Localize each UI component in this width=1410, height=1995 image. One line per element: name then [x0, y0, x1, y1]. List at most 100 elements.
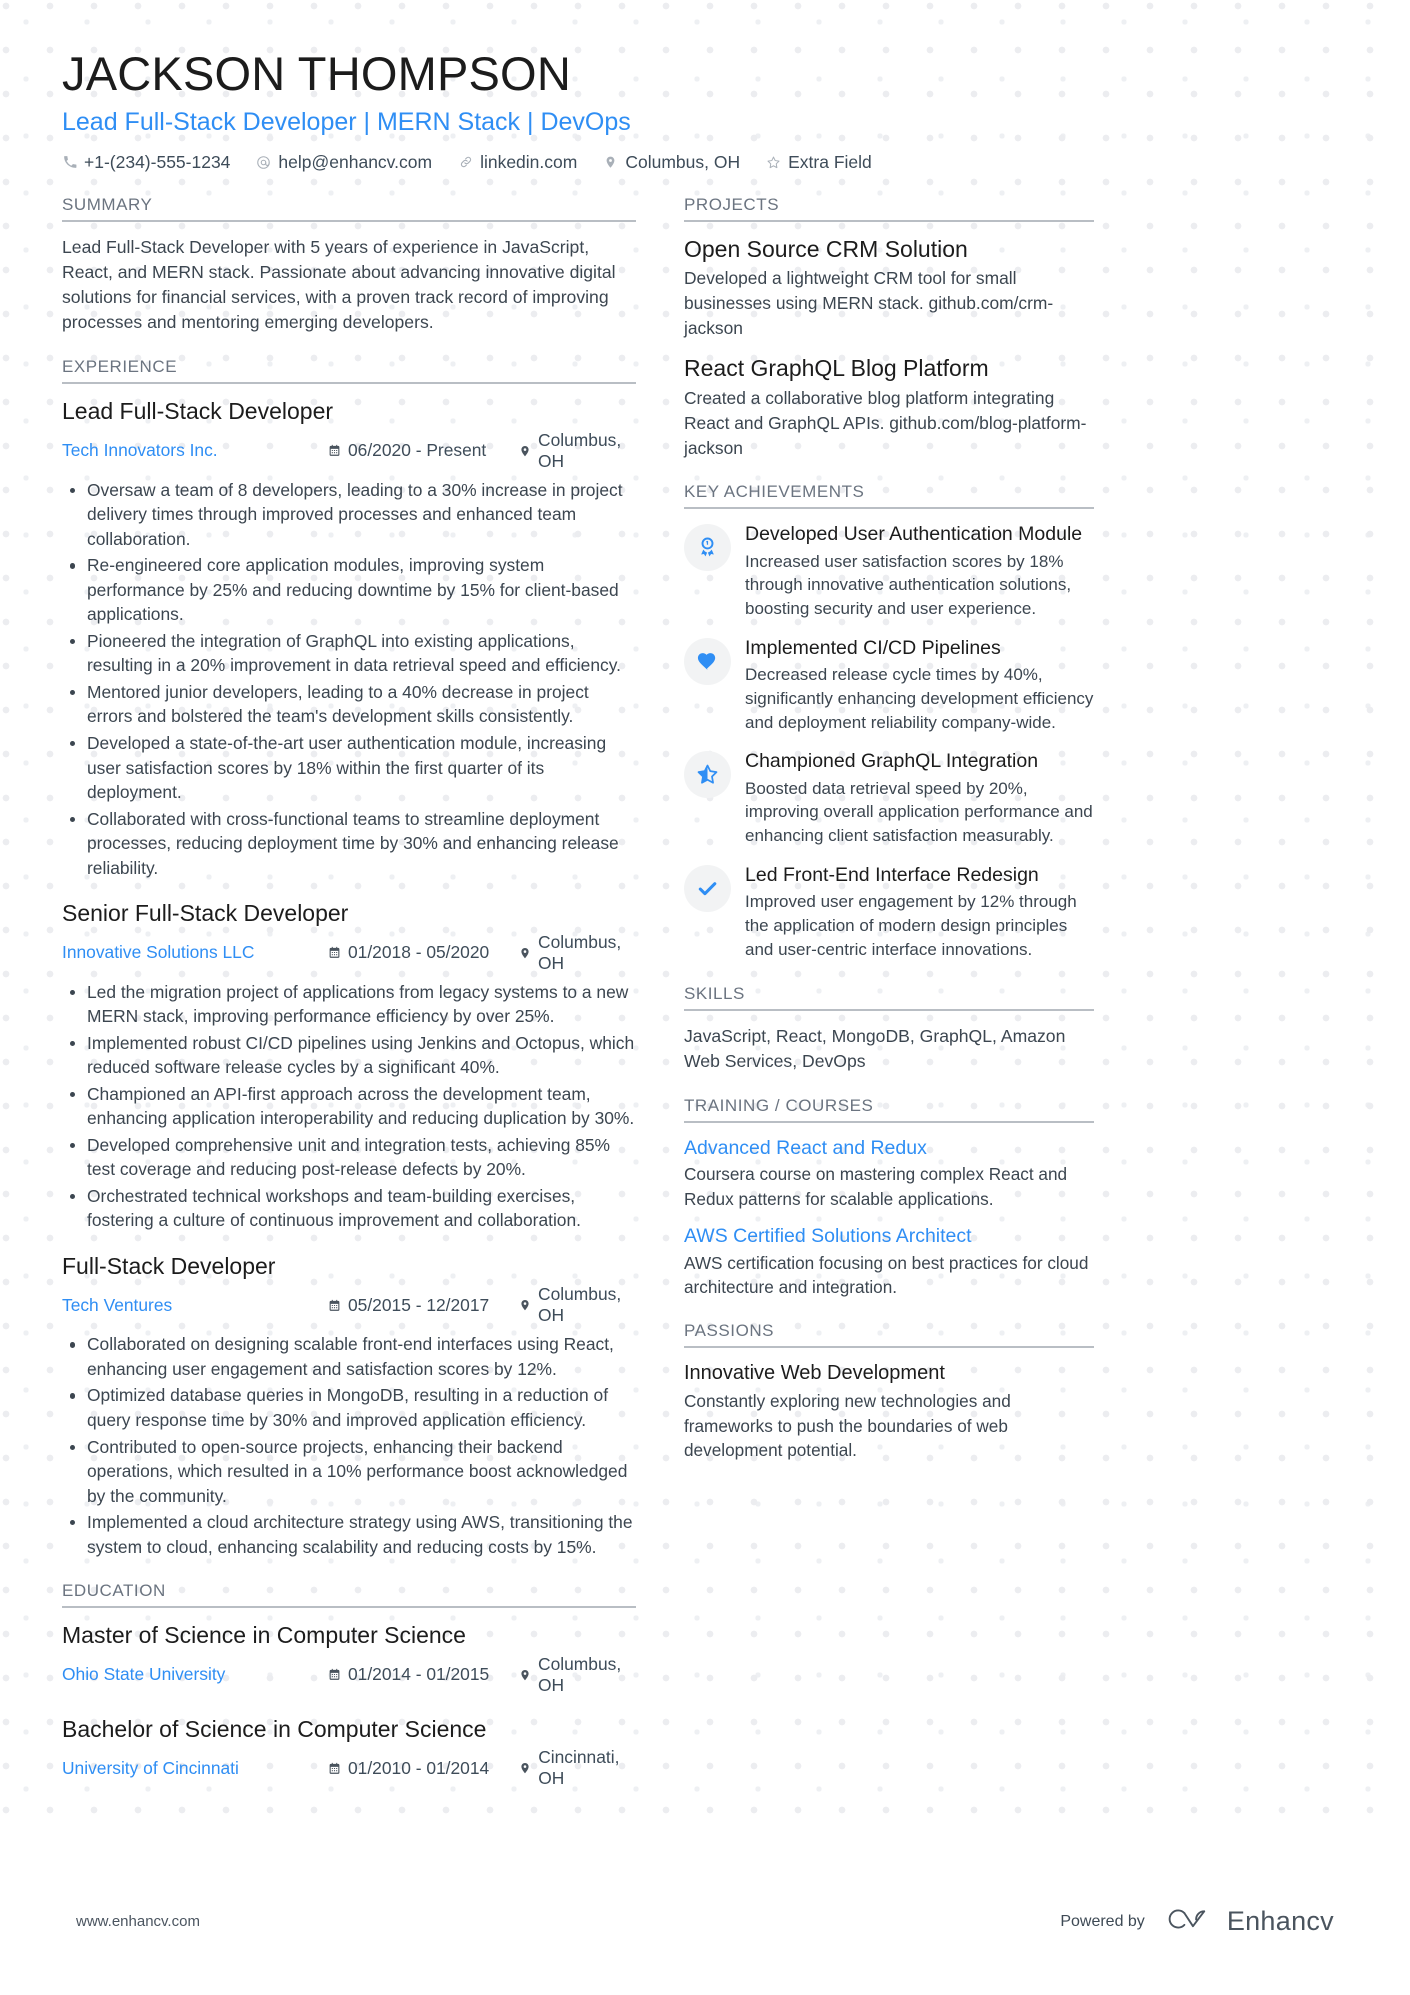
enhancv-mark-icon [1161, 1904, 1215, 1939]
contact-phone[interactable]: +1-(234)-555-1234 [62, 152, 230, 173]
resume-page: JACKSON THOMPSON Lead Full-Stack Develop… [0, 0, 1410, 1995]
education-dates: 01/2014 - 01/2015 [327, 1664, 519, 1685]
page-footer: www.enhancv.com Powered by Enhancv [0, 1904, 1410, 1939]
job-company[interactable]: Tech Innovators Inc. [62, 439, 327, 462]
job-bullet: Developed a state-of-the-art user authen… [62, 731, 636, 805]
location-icon [519, 1760, 531, 1776]
location-icon [519, 1297, 531, 1313]
education-dates-text: 01/2014 - 01/2015 [348, 1664, 490, 1685]
contact-extra-field: Extra Field [766, 152, 872, 173]
training-name[interactable]: AWS Certified Solutions Architect [684, 1224, 1094, 1248]
section-education: EDUCATION Master of Science in Computer … [62, 1581, 636, 1789]
education-section-title: EDUCATION [62, 1581, 636, 1609]
resume-header: JACKSON THOMPSON Lead Full-Stack Develop… [62, 47, 1348, 173]
contact-linkedin[interactable]: linkedin.com [458, 152, 577, 173]
job-role: Lead Full-Stack Developer [62, 398, 334, 425]
summary-text: Lead Full-Stack Developer with 5 years o… [62, 236, 616, 333]
achievement-item: Led Front-End Interface Redesign Improve… [684, 863, 1094, 962]
section-skills: SKILLS JavaScript, React, MongoDB, Graph… [684, 984, 1094, 1074]
calendar-icon [327, 1667, 341, 1683]
experience-section-title: EXPERIENCE [62, 357, 636, 385]
location-icon [519, 945, 531, 961]
education-dates-text: 01/2010 - 01/2014 [348, 1757, 490, 1778]
achievement-badge [684, 524, 731, 572]
job-bullet: Orchestrated technical workshops and tea… [62, 1184, 636, 1233]
education-meta: Ohio State University 01/2014 - 01/2015 [62, 1654, 636, 1696]
achievement-name: Championed GraphQL Integration [745, 750, 1039, 773]
training-description: Coursera course on mastering complex Rea… [684, 1164, 1068, 1209]
education-meta: University of Cincinnati 01/2010 - 01/20… [62, 1747, 636, 1789]
section-passions: PASSIONS Innovative Web Development Cons… [684, 1321, 1094, 1462]
job-bullet: Implemented a cloud architecture strateg… [62, 1510, 636, 1559]
achievement-name: Implemented CI/CD Pipelines [745, 636, 1001, 659]
star-icon [766, 154, 781, 171]
projects-section-title: PROJECTS [684, 195, 1094, 222]
achievement-badge [684, 865, 731, 913]
contact-phone-text: +1-(234)-555-1234 [84, 151, 231, 172]
passion-name: Innovative Web Development [684, 1362, 945, 1385]
skills-section-title: SKILLS [684, 984, 1094, 1011]
job-dates: 06/2020 - Present [327, 440, 519, 461]
education-dates: 01/2010 - 01/2014 [327, 1758, 519, 1779]
award-medal-icon [696, 536, 719, 559]
job-location: Columbus, OH [519, 1284, 636, 1326]
contact-email-text: help@enhancv.com [278, 151, 433, 172]
contact-extra-field-text: Extra Field [788, 151, 872, 172]
job-bullet: Re-engineered core application modules, … [62, 553, 636, 627]
job-company[interactable]: Tech Ventures [62, 1294, 327, 1317]
footer-website-url[interactable]: www.enhancv.com [76, 1913, 200, 1930]
passion-item: Innovative Web Development Constantly ex… [684, 1361, 1094, 1462]
achievement-description: Decreased release cycle times by 40%, si… [745, 665, 1094, 732]
key-achievements-section-title: KEY ACHIEVEMENTS [684, 482, 1094, 510]
contact-email[interactable]: help@enhancv.com [256, 152, 432, 173]
job-bullet: Developed comprehensive unit and integra… [62, 1133, 636, 1182]
job-bullet: Collaborated on designing scalable front… [62, 1332, 636, 1381]
check-icon [696, 877, 719, 900]
contact-location: Columbus, OH [603, 152, 740, 173]
project-name: Open Source CRM Solution [684, 235, 968, 262]
project-item: React GraphQL Blog Platform Created a co… [684, 354, 1094, 460]
link-icon [458, 154, 473, 171]
job-location-text: Columbus, OH [538, 429, 622, 471]
job-company[interactable]: Innovative Solutions LLC [62, 941, 327, 964]
resume-content: JACKSON THOMPSON Lead Full-Stack Develop… [0, 0, 1410, 1811]
section-summary: SUMMARY Lead Full-Stack Developer with 5… [62, 195, 636, 336]
school-name[interactable]: University of Cincinnati [62, 1757, 327, 1780]
training-item: AWS Certified Solutions Architect AWS ce… [684, 1224, 1094, 1299]
section-key-achievements: KEY ACHIEVEMENTS Developed User Authenti… [684, 482, 1094, 961]
job-role: Full-Stack Developer [62, 1252, 276, 1279]
experience-entry: Senior Full-Stack Developer Innovative S… [62, 899, 636, 1233]
education-location: Columbus, OH [519, 1654, 636, 1696]
enhancv-wordmark: Enhancv [1226, 1906, 1334, 1936]
job-meta: Tech Ventures 05/2015 - 12/2017 Columbus… [62, 1284, 636, 1326]
half-star-icon [696, 763, 719, 786]
job-location: Columbus, OH [519, 430, 636, 472]
email-icon [256, 154, 271, 171]
job-bullet: Contributed to open-source projects, enh… [62, 1435, 636, 1509]
training-name[interactable]: Advanced React and Redux [684, 1136, 1094, 1160]
job-dates: 01/2018 - 05/2020 [327, 942, 519, 963]
achievement-description: Increased user satisfaction scores by 18… [745, 551, 1072, 619]
education-entry: Bachelor of Science in Computer Science … [62, 1715, 636, 1789]
job-dates-text: 06/2020 - Present [348, 440, 487, 461]
job-location-text: Columbus, OH [538, 1284, 622, 1326]
section-experience: EXPERIENCE Lead Full-Stack Developer Tec… [62, 357, 636, 1559]
education-location-text: Cincinnati, OH [538, 1747, 620, 1789]
job-meta: Tech Innovators Inc. 06/2020 - Present C… [62, 430, 636, 472]
job-bullet: Mentored junior developers, leading to a… [62, 680, 636, 729]
job-bullet: Optimized database queries in MongoDB, r… [62, 1383, 636, 1432]
contact-location-text: Columbus, OH [625, 151, 741, 172]
achievement-badge [684, 751, 731, 799]
job-bullet: Implemented robust CI/CD pipelines using… [62, 1031, 636, 1080]
school-name[interactable]: Ohio State University [62, 1663, 327, 1686]
left-column: SUMMARY Lead Full-Stack Developer with 5… [62, 195, 662, 1811]
degree-title: Bachelor of Science in Computer Science [62, 1715, 487, 1742]
job-bullets: Oversaw a team of 8 developers, leading … [62, 478, 636, 881]
achievement-name: Led Front-End Interface Redesign [745, 864, 1039, 887]
powered-by-label: Powered by [1060, 1912, 1145, 1930]
enhancv-logo: Enhancv [1161, 1904, 1334, 1939]
project-description: Developed a lightweight CRM tool for sma… [684, 268, 1054, 338]
job-bullets: Led the migration project of application… [62, 980, 636, 1233]
calendar-icon [327, 1297, 341, 1313]
passions-section-title: PASSIONS [684, 1321, 1094, 1349]
